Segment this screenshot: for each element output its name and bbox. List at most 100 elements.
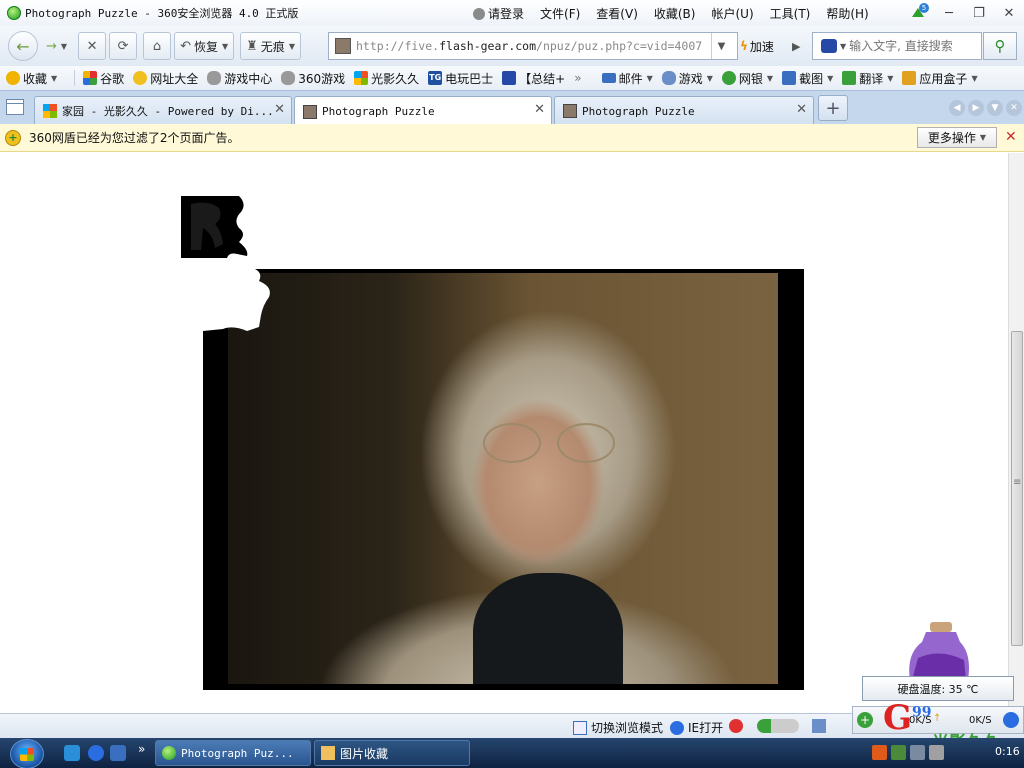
- tab-photograph-puzzle-2[interactable]: Photograph Puzzle ✕: [554, 96, 814, 125]
- fav-label: 360游戏: [298, 71, 346, 86]
- favorites-menu[interactable]: 收藏 ▼: [6, 70, 57, 87]
- sidebar-toggle-icon[interactable]: [6, 99, 24, 115]
- fav-item-tgbus[interactable]: TG 电玩巴士: [428, 70, 493, 87]
- scroll-left-icon[interactable]: ◀: [949, 100, 965, 116]
- plus-icon: +: [825, 97, 841, 119]
- fav-label: 光影久久: [371, 71, 420, 86]
- window-title: Photograph Puzzle - 360安全浏览器 4.0 正式版: [25, 7, 299, 20]
- speedup-button[interactable]: ϟ 加速 ▶: [740, 32, 800, 60]
- puzzle-board[interactable]: [203, 269, 804, 690]
- search-input[interactable]: [849, 39, 980, 53]
- menu-file[interactable]: 文件(F): [532, 5, 588, 22]
- site-nav-icon: [133, 71, 148, 85]
- play-icon[interactable]: ▶: [792, 40, 800, 53]
- more-actions-label: 更多操作: [927, 131, 976, 145]
- fav-right-screenshot[interactable]: 截图 ▼: [782, 70, 833, 87]
- chevron-down-icon: ▼: [221, 41, 229, 51]
- switch-mode-button[interactable]: 切换浏览模式: [573, 719, 663, 736]
- search-button[interactable]: ⚲: [983, 32, 1017, 60]
- menu-favorites[interactable]: 收藏(B): [646, 5, 704, 22]
- favorites-bar: 收藏 ▼ 谷歌 网址大全 游戏中心 360游戏 光影久久 TG 电玩巴士 【总结+ …: [0, 66, 1024, 90]
- fav-item-site-nav[interactable]: 网址大全: [133, 70, 198, 87]
- home-button[interactable]: ⌂: [143, 32, 172, 60]
- puzzle-piece[interactable]: [179, 194, 249, 260]
- fav-item-360-games[interactable]: 360游戏: [281, 70, 345, 87]
- search-box: ▼: [812, 32, 982, 60]
- forward-button[interactable]: → ▼: [41, 32, 72, 60]
- url-history-dropdown[interactable]: ▼: [711, 33, 731, 59]
- speedup-label: 加速: [749, 39, 774, 54]
- stop-button[interactable]: ✕: [78, 32, 107, 60]
- windows-flag-icon: [354, 71, 369, 85]
- chevron-down-icon[interactable]: ▼: [840, 42, 846, 51]
- fav-item-google[interactable]: 谷歌: [83, 70, 124, 87]
- fav-item-summary[interactable]: 【总结+: [502, 70, 565, 87]
- tray-app-icon[interactable]: [891, 745, 906, 760]
- close-icon[interactable]: ✕: [796, 102, 807, 117]
- start-button[interactable]: [10, 739, 44, 768]
- vertical-scrollbar[interactable]: [1008, 153, 1024, 713]
- close-all-icon[interactable]: ✕: [1006, 100, 1022, 116]
- show-desktop-icon[interactable]: [64, 745, 80, 761]
- empty-piece-slot[interactable]: [203, 269, 271, 333]
- menu-login[interactable]: 请登录: [465, 5, 532, 22]
- fav-item-game-center[interactable]: 游戏中心: [207, 70, 272, 87]
- menu-tools[interactable]: 工具(T): [762, 5, 819, 22]
- volume-icon[interactable]: [929, 745, 944, 760]
- forward-arrow-icon: →: [46, 38, 57, 54]
- address-bar[interactable]: http://five.flash-gear.com/npuz/puz.php?…: [328, 32, 738, 60]
- scroll-right-icon[interactable]: ▶: [968, 100, 984, 116]
- new-tab-button[interactable]: +: [818, 95, 848, 121]
- tab-home[interactable]: 家园 - 光影久久 - Powered by Di... ✕: [34, 96, 292, 125]
- menu-help[interactable]: 帮助(H): [818, 5, 876, 22]
- restore-tab-label: 恢复: [193, 39, 218, 54]
- scroll-thumb[interactable]: [1011, 331, 1023, 646]
- taskbar-item-pictures[interactable]: 图片收藏: [314, 740, 470, 766]
- fav-right-translate[interactable]: 翻译 ▼: [842, 70, 893, 87]
- fav-label: 网址大全: [150, 71, 199, 86]
- fav-label: 谷歌: [100, 71, 125, 86]
- speed-toggle[interactable]: [757, 719, 803, 733]
- ime-icon[interactable]: [872, 745, 887, 760]
- ie-open-button[interactable]: IE打开: [670, 719, 723, 736]
- favorites-overflow-chevron[interactable]: »: [574, 71, 581, 85]
- status-tool[interactable]: [812, 719, 830, 733]
- restore-tab-button[interactable]: ↶ 恢复 ▼: [174, 32, 235, 60]
- close-notice-icon[interactable]: ✕: [1005, 129, 1017, 145]
- fav-right-games[interactable]: 游戏 ▼: [661, 70, 713, 87]
- close-icon[interactable]: ✕: [274, 102, 285, 117]
- fav-right-bank[interactable]: 网银 ▼: [721, 70, 773, 87]
- minimize-icon[interactable]: ─: [934, 0, 964, 26]
- explorer-icon[interactable]: [110, 745, 126, 761]
- menu-view[interactable]: 查看(V): [588, 5, 646, 22]
- menu-login-label: 请登录: [488, 7, 525, 21]
- quicklaunch-overflow-chevron[interactable]: »: [138, 742, 145, 756]
- title-bar: Photograph Puzzle - 360安全浏览器 4.0 正式版 请登录…: [0, 0, 1024, 26]
- restore-icon[interactable]: ❐: [964, 0, 994, 26]
- close-icon[interactable]: ✕: [994, 0, 1024, 26]
- more-actions-button[interactable]: 更多操作 ▼: [917, 127, 997, 148]
- tab-list-icon[interactable]: ▼: [987, 100, 1003, 116]
- back-arrow-icon: ←: [16, 36, 30, 56]
- ie-icon[interactable]: [88, 745, 104, 761]
- security-status[interactable]: [729, 719, 747, 733]
- clock[interactable]: 0:16: [995, 745, 1020, 758]
- fav-item-guangying[interactable]: 光影久久: [354, 70, 419, 87]
- baidu-paw-icon[interactable]: [821, 39, 837, 53]
- fav-right-app-box[interactable]: 应用盒子 ▼: [902, 70, 978, 87]
- refresh-button[interactable]: ⟳: [109, 32, 138, 60]
- taskbar-item-browser[interactable]: Photograph Puz...: [155, 740, 311, 766]
- fav-right-mail[interactable]: 邮件 ▼: [601, 70, 653, 87]
- url-text[interactable]: http://five.flash-gear.com/npuz/puz.php?…: [356, 39, 711, 53]
- home-icon: ⌂: [152, 38, 162, 54]
- incognito-button[interactable]: ♜ 无痕 ▼: [240, 32, 301, 60]
- site-favicon-icon: [335, 38, 351, 54]
- photo-glasses-region: [473, 423, 643, 463]
- menu-account[interactable]: 帐户(U): [703, 5, 761, 22]
- tab-photograph-puzzle[interactable]: Photograph Puzzle ✕: [294, 96, 552, 126]
- update-icon[interactable]: 5: [910, 3, 929, 19]
- network-icon[interactable]: [910, 745, 925, 760]
- close-icon[interactable]: ✕: [534, 102, 545, 117]
- back-button[interactable]: ←: [8, 31, 38, 61]
- screenshot-icon: [782, 71, 797, 85]
